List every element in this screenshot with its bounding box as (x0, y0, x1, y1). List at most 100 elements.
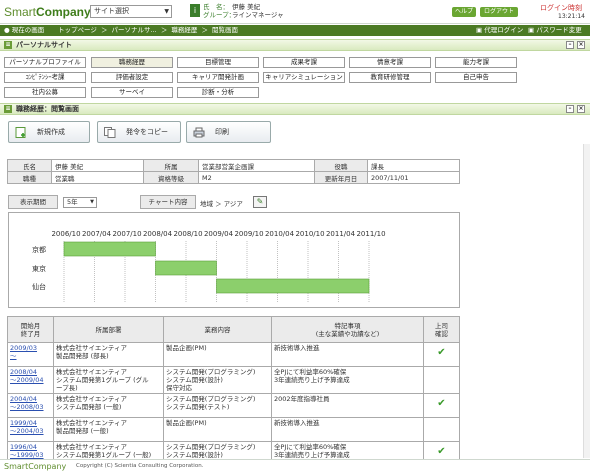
minimize-icon[interactable]: – (566, 105, 574, 113)
print-button[interactable]: 印刷 (186, 121, 271, 143)
gantt-tick-label: 2010/04 (265, 230, 295, 238)
gantt-row-label: 東京 (32, 264, 46, 273)
employee-info-table: 氏名 伊藤 美紀 所属 営業部営業企画課 役職 課長 職種 営業職 資格等級 M… (7, 159, 460, 184)
menu-item[interactable]: 社内公募 (4, 87, 86, 98)
footer-copyright: Copyright (C) Scientia Consulting Corpor… (76, 463, 204, 469)
login-time-label: ログイン時刻 (540, 4, 582, 12)
approval-cell (423, 366, 460, 394)
gantt-tick-label: 2008/04 (143, 230, 173, 238)
grade-key: 資格等級 (143, 171, 199, 184)
history-department: 株式会社サイエンティア 製品開発部 (一般) (53, 417, 164, 442)
app-logo[interactable]: SmartCompany (4, 5, 91, 19)
gantt-tick-label: 2009/10 (234, 230, 263, 238)
history-notes: 新技術導入推進 (271, 342, 424, 367)
menu-item[interactable]: 自己申告 (435, 72, 517, 83)
history-row: 2004/04 ～2008/03 株式会社サイエンティア システム開発部 (一般) シス… (7, 393, 460, 418)
login-time-value: 13:21:14 (558, 13, 585, 20)
menu-item[interactable]: 評価者設定 (91, 72, 173, 83)
dept-key: 所属 (143, 159, 199, 172)
menu-item[interactable]: 情意考課 (349, 57, 431, 68)
menu-item[interactable]: ｺﾝﾋﾟﾃﾝｼｰ考課 (4, 72, 86, 83)
menu-item[interactable]: 成果考課 (263, 57, 345, 68)
breadcrumb-career[interactable]: 職務経歴 (171, 26, 197, 34)
breadcrumb-sep: ＞ (160, 26, 168, 34)
menu-item[interactable]: パーソナルプロファイル (4, 57, 86, 68)
position-value: 課長 (367, 159, 460, 172)
menu-item[interactable]: 目標管理 (177, 57, 259, 68)
history-department: 株式会社サイエンティア システム開発第1グループ (グル ープ長) (53, 366, 164, 394)
breadcrumb-personal[interactable]: パーソナルサ... (112, 26, 157, 34)
history-department: 株式会社サイエンティア システム開発部 (一般) (53, 393, 164, 418)
new-create-button[interactable]: 新規作成 (8, 121, 90, 143)
history-work: システム開発(プログラミング) システム開発(設計) 保守対応 (163, 366, 272, 394)
copy-assignment-button[interactable]: 発令をコピー (97, 121, 181, 143)
gantt-tick-label: 2011/04 (326, 230, 356, 238)
gantt-tick-label: 2010/10 (295, 230, 324, 238)
edit-pencil-icon[interactable]: ✎ (253, 196, 267, 208)
password-change-link[interactable]: ▣ パスワード変更 (528, 25, 582, 36)
chart-content-value: 地域 ＞ アジア (200, 200, 243, 208)
history-work: 製品企画(PM) (163, 417, 272, 442)
history-period-link[interactable]: 2004/04 ～2008/03 (7, 393, 54, 418)
grade-value: M2 (198, 171, 315, 184)
breadcrumb-top[interactable]: トップページ (58, 26, 97, 34)
site-select[interactable]: サイト選択 ▼ (90, 5, 172, 18)
breadcrumb-sep: ＞ (100, 26, 108, 34)
history-notes: 新技術導入推進 (271, 417, 424, 442)
personal-site-header: ≡ パーソナルサイト – × (0, 39, 590, 51)
history-notes: 全PJにて利益率60%確保 3年連続売り上げ予算達成 (271, 366, 424, 394)
menu-item[interactable]: サーベイ (91, 87, 173, 98)
user-icon: i (190, 4, 200, 17)
jobtype-key: 職種 (7, 171, 52, 184)
minimize-icon[interactable]: – (566, 41, 574, 49)
breadcrumb-sep: ＞ (201, 26, 208, 34)
history-row: 2008/04 ～2009/04 株式会社サイエンティア システム開発第1グループ (… (7, 366, 460, 394)
history-period-link[interactable]: 2009/03 ～ (7, 342, 54, 367)
history-row: 2009/03 ～株式会社サイエンティア 製品開発部 (部長) 製品企画(PM) 新技術… (7, 342, 460, 367)
info-row: 氏名 伊藤 美紀 所属 営業部営業企画課 役職 課長 (7, 159, 460, 172)
menu-item[interactable]: 教育研修管理 (349, 72, 431, 83)
chevron-down-icon: ▼ (90, 199, 94, 205)
updated-key: 更新年月日 (314, 171, 368, 184)
chevron-down-icon: ▼ (164, 8, 169, 15)
approved-check-icon: ✔ (423, 342, 460, 367)
help-button[interactable]: ヘルプ (452, 7, 476, 17)
career-history-table: 開始月 終了月 所属部署 業務内容 特記事項 (主な業績や功績など) 上司 確認 20… (7, 316, 460, 466)
close-icon[interactable]: × (577, 105, 585, 113)
close-icon[interactable]: × (577, 41, 585, 49)
history-work: システム開発(プログラミング) システム開発(テスト) (163, 393, 272, 418)
new-document-icon (15, 127, 26, 138)
section-icon: ≡ (4, 41, 12, 49)
gantt-row-label: 京都 (32, 245, 46, 254)
history-period-link[interactable]: 1999/04 ～2004/03 (7, 417, 54, 442)
gantt-tick-label: 2008/10 (173, 230, 202, 238)
approved-check-icon: ✔ (423, 393, 460, 418)
menu-item[interactable]: 診断・分析 (177, 87, 259, 98)
position-key: 役職 (314, 159, 368, 172)
section-icon: ≡ (4, 105, 12, 113)
breadcrumb-view: 閲覧画面 (212, 26, 239, 34)
history-period-link[interactable]: 2008/04 ～2009/04 (7, 366, 54, 394)
jobtype-value: 営業職 (51, 171, 144, 184)
name-key: 氏名 (7, 159, 52, 172)
col-approval: 上司 確認 (423, 316, 460, 343)
menu-item[interactable]: 職務経歴 (91, 57, 173, 68)
col-period: 開始月 終了月 (7, 316, 54, 343)
menu-item[interactable]: キャリア開発計画 (177, 72, 259, 83)
name-value: 伊藤 美紀 (51, 159, 144, 172)
gantt-bar (155, 260, 217, 276)
info-row: 職種 営業職 資格等級 M2 更新年月日 2007/11/01 (7, 171, 460, 184)
print-icon (193, 127, 205, 138)
menu-item[interactable]: キャリアシミュレーション (263, 72, 345, 83)
period-select[interactable]: 5年 ▼ (63, 197, 97, 208)
gantt-row-label: 仙台 (32, 282, 46, 291)
copy-icon (104, 127, 116, 138)
vertical-scrollbar[interactable] (583, 144, 590, 458)
logout-button[interactable]: ログアウト (480, 7, 518, 17)
breadcrumb: ● 現在の画面 トップページ ＞ パーソナルサ... ＞ 職務経歴 ＞ 閲覧画面… (0, 25, 590, 36)
current-screen-label: ● 現在の画面 (4, 26, 45, 34)
user-labels: 氏 名： グループ： (203, 3, 236, 19)
menu-item[interactable]: 能力考課 (435, 57, 517, 68)
proxy-login-link[interactable]: ▣ 代理ログイン (476, 25, 523, 36)
breadcrumb-path: トップページ ＞ パーソナルサ... ＞ 職務経歴 ＞ 閲覧画面 (58, 25, 240, 36)
